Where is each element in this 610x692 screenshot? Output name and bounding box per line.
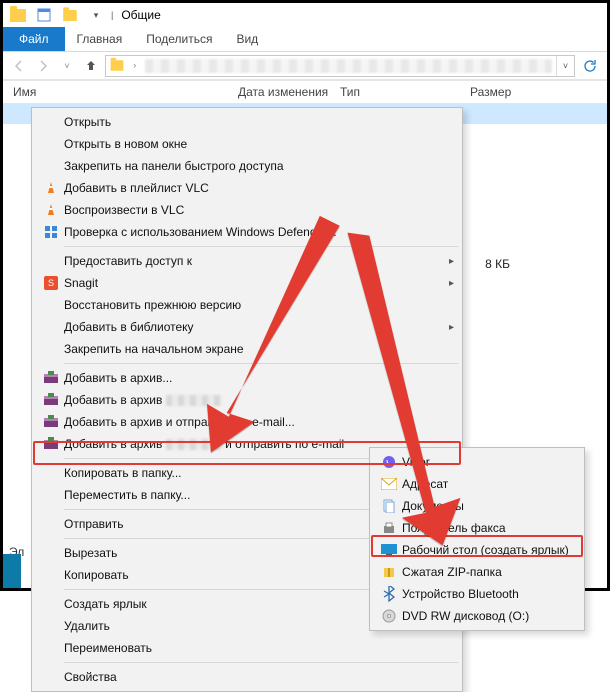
sendto-fax[interactable]: Получатель факса bbox=[372, 517, 582, 539]
viber-icon bbox=[376, 453, 402, 471]
bluetooth-icon bbox=[376, 585, 402, 603]
ctx-add-to-library[interactable]: Добавить в библиотеку▸ bbox=[34, 316, 460, 338]
breadcrumb[interactable]: › ˅ bbox=[105, 55, 575, 77]
vlc-icon bbox=[38, 179, 64, 197]
sendto-documents[interactable]: Документы bbox=[372, 495, 582, 517]
winrar-icon bbox=[38, 435, 64, 453]
ctx-defender[interactable]: Проверка с использованием Windows Defend… bbox=[34, 221, 460, 243]
sendto-dvd[interactable]: DVD RW дисковод (O:) bbox=[372, 605, 582, 627]
mail-icon bbox=[376, 475, 402, 493]
path-masked bbox=[145, 59, 552, 73]
new-folder-icon[interactable] bbox=[59, 5, 81, 25]
vlc-icon bbox=[38, 201, 64, 219]
sendto-submenu: Viber Адресат Документы Получатель факса… bbox=[369, 447, 585, 631]
sendto-desktop[interactable]: Рабочий стол (создать ярлык) bbox=[372, 539, 582, 561]
col-name[interactable]: Имя bbox=[3, 85, 228, 99]
zip-icon bbox=[376, 563, 402, 581]
winrar-icon bbox=[38, 391, 64, 409]
winrar-icon bbox=[38, 369, 64, 387]
qat-dropdown-icon[interactable]: ▾ bbox=[85, 5, 107, 25]
ctx-rename[interactable]: Переименовать bbox=[34, 637, 460, 659]
sendto-viber[interactable]: Viber bbox=[372, 451, 582, 473]
back-button[interactable] bbox=[9, 56, 29, 76]
col-date[interactable]: Дата изменения bbox=[228, 85, 330, 99]
folder-icon bbox=[7, 5, 29, 25]
sendto-recipient[interactable]: Адресат bbox=[372, 473, 582, 495]
column-headers: Имя Дата изменения Тип Размер bbox=[3, 80, 607, 104]
tab-file[interactable]: Файл bbox=[3, 27, 65, 51]
ctx-snagit[interactable]: S Snagit▸ bbox=[34, 272, 460, 294]
refresh-button[interactable] bbox=[579, 58, 601, 74]
masked-text bbox=[166, 395, 222, 406]
up-button[interactable] bbox=[81, 56, 101, 76]
quick-access-toolbar: ▾ | bbox=[5, 5, 113, 25]
ctx-restore-previous[interactable]: Восстановить прежнюю версию bbox=[34, 294, 460, 316]
ctx-rar-add[interactable]: Добавить в архив... bbox=[34, 367, 460, 389]
snagit-icon: S bbox=[38, 274, 64, 292]
chevron-right-icon: ▸ bbox=[449, 278, 454, 289]
fax-icon bbox=[376, 519, 402, 537]
documents-icon bbox=[376, 497, 402, 515]
disc-icon bbox=[376, 607, 402, 625]
ctx-open[interactable]: Открыть bbox=[34, 111, 460, 133]
tab-view[interactable]: Вид bbox=[224, 27, 270, 51]
sendto-bluetooth[interactable]: Устройство Bluetooth bbox=[372, 583, 582, 605]
properties-icon[interactable] bbox=[33, 5, 55, 25]
ctx-give-access[interactable]: Предоставить доступ к▸ bbox=[34, 250, 460, 272]
desktop-icon bbox=[376, 541, 402, 559]
divider-icon: | bbox=[111, 10, 113, 20]
tab-home[interactable]: Главная bbox=[65, 27, 135, 51]
chevron-right-icon[interactable]: › bbox=[128, 61, 141, 71]
chevron-right-icon: ▸ bbox=[449, 322, 454, 333]
ctx-pin-start[interactable]: Закрепить на начальном экране bbox=[34, 338, 460, 360]
file-size: 8 КБ bbox=[460, 257, 520, 271]
recent-dropdown[interactable]: ˅ bbox=[57, 56, 77, 76]
window-title: Общие bbox=[121, 8, 160, 22]
col-size[interactable]: Размер bbox=[460, 85, 607, 99]
svg-text:S: S bbox=[48, 278, 54, 288]
ribbon-tabs: Файл Главная Поделиться Вид bbox=[3, 27, 607, 52]
forward-button[interactable] bbox=[33, 56, 53, 76]
ctx-rar-add-named[interactable]: Добавить в архив bbox=[34, 389, 460, 411]
sendto-zip[interactable]: Сжатая ZIP-папка bbox=[372, 561, 582, 583]
masked-text bbox=[166, 439, 222, 450]
ctx-open-new-window[interactable]: Открыть в новом окне bbox=[34, 133, 460, 155]
ctx-pin-quick-access[interactable]: Закрепить на панели быстрого доступа bbox=[34, 155, 460, 177]
title-bar: ▾ | Общие bbox=[3, 3, 607, 27]
ctx-vlc-playlist[interactable]: Добавить в плейлист VLC bbox=[34, 177, 460, 199]
chevron-right-icon: ▸ bbox=[449, 256, 454, 267]
col-type[interactable]: Тип bbox=[330, 85, 460, 99]
ctx-rar-email[interactable]: Добавить в архив и отправить по e-mail..… bbox=[34, 411, 460, 433]
defender-icon bbox=[38, 223, 64, 241]
address-dropdown[interactable]: ˅ bbox=[556, 56, 574, 76]
tab-share[interactable]: Поделиться bbox=[134, 27, 224, 51]
folder-icon bbox=[106, 59, 128, 72]
address-bar: ˅ › ˅ bbox=[3, 52, 607, 80]
winrar-icon bbox=[38, 413, 64, 431]
taskbar-sliver bbox=[3, 554, 21, 588]
ctx-properties[interactable]: Свойства bbox=[34, 666, 460, 688]
ctx-vlc-play[interactable]: Воспроизвести в VLC bbox=[34, 199, 460, 221]
